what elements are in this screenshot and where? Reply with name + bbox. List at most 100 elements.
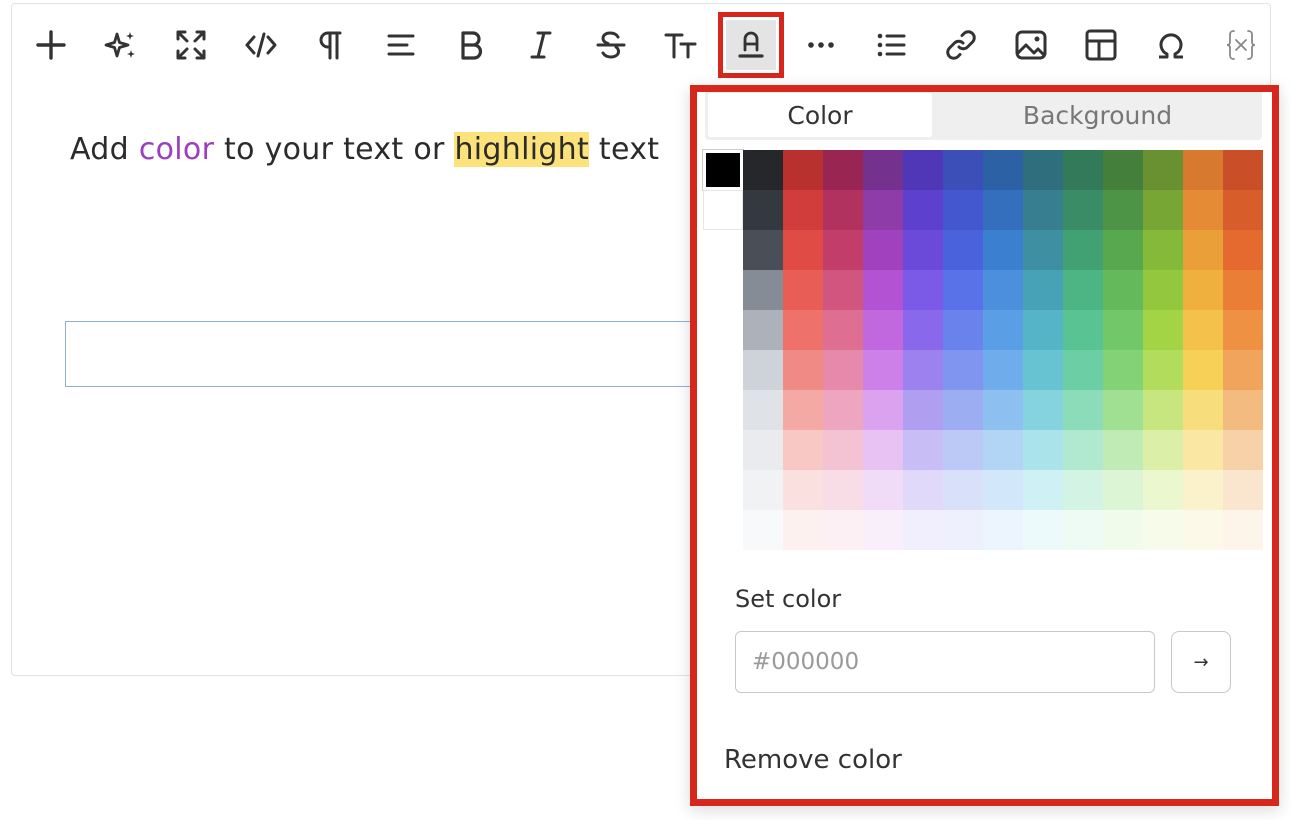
color-swatch[interactable] (903, 510, 943, 550)
color-swatch[interactable] (1063, 150, 1103, 190)
color-swatch[interactable] (983, 430, 1023, 470)
color-swatch[interactable] (943, 270, 983, 310)
color-swatch[interactable] (1223, 230, 1263, 270)
color-swatch[interactable] (1223, 270, 1263, 310)
color-swatch[interactable] (983, 270, 1023, 310)
color-swatch[interactable] (903, 150, 943, 190)
color-swatch[interactable] (1063, 470, 1103, 510)
add-icon[interactable] (26, 20, 76, 70)
color-swatch[interactable] (983, 350, 1023, 390)
link-icon[interactable] (936, 20, 986, 70)
color-swatch[interactable] (903, 390, 943, 430)
color-swatch[interactable] (943, 190, 983, 230)
italic-icon[interactable] (516, 20, 566, 70)
color-swatch[interactable] (1063, 230, 1103, 270)
color-swatch[interactable] (783, 390, 823, 430)
color-swatch[interactable] (1143, 230, 1183, 270)
color-swatch[interactable] (1143, 350, 1183, 390)
color-swatch[interactable] (943, 350, 983, 390)
color-swatch[interactable] (863, 230, 903, 270)
empty-block-placeholder[interactable] (65, 321, 705, 387)
special-char-icon[interactable] (1146, 20, 1196, 70)
color-swatch[interactable] (1103, 390, 1143, 430)
color-swatch[interactable] (903, 350, 943, 390)
strikethrough-icon[interactable] (586, 20, 636, 70)
color-swatch[interactable] (1023, 510, 1063, 550)
color-swatch[interactable] (823, 390, 863, 430)
font-size-icon[interactable] (656, 20, 706, 70)
image-icon[interactable] (1006, 20, 1056, 70)
color-swatch[interactable] (743, 430, 783, 470)
color-swatch[interactable] (743, 350, 783, 390)
ai-sparkle-icon[interactable] (96, 20, 146, 70)
apply-color-button[interactable]: → (1171, 631, 1231, 693)
color-swatch[interactable] (1103, 430, 1143, 470)
color-swatch[interactable] (702, 149, 744, 191)
color-swatch[interactable] (1183, 510, 1223, 550)
color-swatch[interactable] (783, 430, 823, 470)
color-swatch[interactable] (1143, 190, 1183, 230)
color-swatch[interactable] (1103, 510, 1143, 550)
color-swatch[interactable] (1023, 230, 1063, 270)
color-swatch[interactable] (983, 190, 1023, 230)
color-swatch[interactable] (1183, 350, 1223, 390)
color-swatch[interactable] (903, 310, 943, 350)
color-swatch[interactable] (1103, 470, 1143, 510)
color-swatch[interactable] (1063, 390, 1103, 430)
color-swatch[interactable] (903, 470, 943, 510)
color-swatch[interactable] (1063, 350, 1103, 390)
color-swatch[interactable] (823, 270, 863, 310)
color-swatch[interactable] (743, 390, 783, 430)
color-swatch[interactable] (1183, 390, 1223, 430)
color-swatch[interactable] (743, 150, 783, 190)
color-swatch[interactable] (783, 350, 823, 390)
tab-background[interactable]: Background (933, 93, 1262, 137)
variable-icon[interactable] (1216, 20, 1266, 70)
more-icon[interactable] (796, 20, 846, 70)
color-swatch[interactable] (783, 150, 823, 190)
table-icon[interactable] (1076, 20, 1126, 70)
color-swatch[interactable] (743, 470, 783, 510)
color-swatch[interactable] (983, 230, 1023, 270)
color-swatch[interactable] (1023, 390, 1063, 430)
color-swatch[interactable] (1103, 350, 1143, 390)
bold-icon[interactable] (446, 20, 496, 70)
color-swatch[interactable] (1183, 150, 1223, 190)
code-icon[interactable] (236, 20, 286, 70)
color-swatch[interactable] (863, 150, 903, 190)
color-swatch[interactable] (943, 470, 983, 510)
color-swatch[interactable] (863, 310, 903, 350)
color-swatch[interactable] (1143, 150, 1183, 190)
color-swatch[interactable] (903, 230, 943, 270)
color-swatch[interactable] (1223, 470, 1263, 510)
color-swatch[interactable] (1063, 310, 1103, 350)
color-swatch[interactable] (1023, 430, 1063, 470)
color-swatch[interactable] (1063, 270, 1103, 310)
color-swatch[interactable] (703, 190, 743, 230)
color-swatch[interactable] (1103, 190, 1143, 230)
color-swatch[interactable] (1183, 270, 1223, 310)
color-swatch[interactable] (823, 310, 863, 350)
color-swatch[interactable] (1223, 190, 1263, 230)
color-swatch[interactable] (783, 270, 823, 310)
color-swatch[interactable] (1223, 350, 1263, 390)
color-swatch[interactable] (943, 390, 983, 430)
color-swatch[interactable] (983, 390, 1023, 430)
color-swatch[interactable] (1143, 270, 1183, 310)
color-swatch[interactable] (863, 430, 903, 470)
color-swatch[interactable] (903, 270, 943, 310)
color-swatch[interactable] (1183, 230, 1223, 270)
color-swatch[interactable] (1023, 470, 1063, 510)
tab-color[interactable]: Color (708, 93, 932, 137)
color-swatch[interactable] (863, 350, 903, 390)
color-swatch[interactable] (1223, 430, 1263, 470)
color-swatch[interactable] (783, 510, 823, 550)
color-swatch[interactable] (863, 270, 903, 310)
color-swatch[interactable] (983, 150, 1023, 190)
color-swatch[interactable] (823, 150, 863, 190)
bullet-list-icon[interactable] (866, 20, 916, 70)
color-swatch[interactable] (743, 190, 783, 230)
paragraph-icon[interactable] (306, 20, 356, 70)
color-swatch[interactable] (1023, 310, 1063, 350)
editor-text-line[interactable]: Add color to your text or highlight text (70, 132, 659, 167)
